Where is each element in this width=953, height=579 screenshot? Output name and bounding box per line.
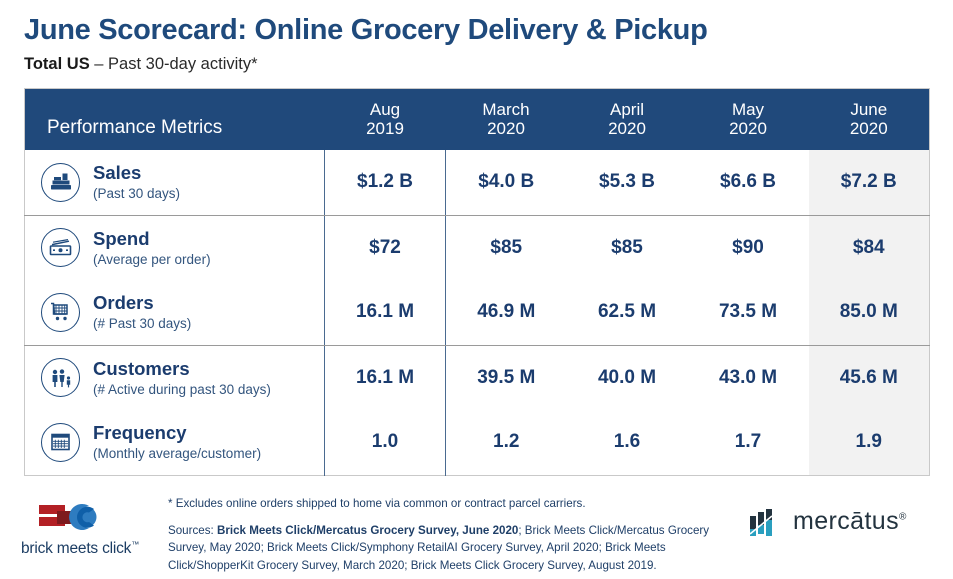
cell-spend-2: $85	[611, 236, 643, 258]
table-row: Sales (Past 30 days) $1.2 B $4.0 B $5.3 …	[24, 150, 930, 216]
calendar-icon	[41, 422, 80, 462]
table-row: Orders (# Past 30 days) 16.1 M 46.9 M 62…	[24, 280, 930, 346]
cell-customers-4: 45.6 M	[808, 345, 930, 411]
mercatus-logo: mercātus®	[748, 488, 953, 538]
metrics-column-header: Performance Metrics	[24, 88, 325, 151]
column-header-2: April 2020	[566, 88, 688, 151]
family-people-icon	[41, 358, 80, 398]
metric-cell-frequency: Frequency (Monthly average/customer)	[24, 410, 325, 476]
scorecard-table-wrapper: Performance Metrics Aug 2019 March 2020 …	[24, 87, 930, 476]
metric-sublabel: (Monthly average/customer)	[93, 446, 262, 462]
exclusion-note: * Excludes online orders shipped to home…	[168, 497, 586, 510]
cell-frequency-1: 1.2	[493, 431, 520, 453]
table-row: Spend (Average per order) $72 $85 $85 $9…	[24, 215, 930, 281]
money-bill-icon	[41, 228, 80, 268]
mercatus-registered-mark: ®	[899, 511, 907, 523]
scorecard-page: June Scorecard: Online Grocery Delivery …	[0, 0, 953, 579]
table-row: Frequency (Monthly average/customer) 1.0…	[24, 410, 930, 476]
metric-cell-spend: Spend (Average per order)	[24, 215, 325, 281]
column-header-3: May 2020	[687, 88, 809, 151]
cell-frequency-2: 1.6	[613, 431, 641, 453]
column-year-2: 2020	[608, 119, 646, 139]
metric-name: Sales	[93, 162, 142, 184]
brick-meets-click-logo: brick meets click™	[0, 488, 160, 558]
page-subtitle: Total US – Past 30-day activity*	[24, 54, 953, 75]
cell-orders-2: 62.5 M	[566, 280, 688, 346]
scorecard-table: Performance Metrics Aug 2019 March 2020 …	[24, 87, 930, 476]
mercatus-bar-chart-mark	[749, 509, 773, 536]
metric-name: Spend	[93, 227, 150, 249]
metric-sublabel: (# Past 30 days)	[93, 316, 192, 332]
brick-meets-click-mark	[39, 504, 97, 530]
cell-sales-0: $1.2 B	[324, 150, 446, 216]
column-month-0: Aug	[369, 100, 401, 120]
mercatus-wordmark: mercātus®	[793, 507, 907, 536]
metric-cell-orders: Orders (# Past 30 days)	[24, 280, 325, 346]
title-block: June Scorecard: Online Grocery Delivery …	[0, 0, 953, 76]
column-month-3: May	[731, 100, 765, 120]
sources-primary: Brick Meets Click/Mercatus Grocery Surve…	[216, 523, 519, 537]
table-row: Customers (# Active during past 30 days)…	[24, 345, 930, 411]
cell-customers-3: 43.0 M	[718, 366, 778, 388]
cell-customers-2: 40.0 M	[597, 366, 657, 388]
cell-orders-1: 46.9 M	[445, 280, 567, 346]
metric-sublabel: (Average per order)	[93, 251, 211, 267]
cell-customers-1: 39.5 M	[477, 366, 536, 388]
brick-meets-click-tm: ™	[131, 540, 140, 549]
column-header-0: Aug 2019	[324, 88, 446, 151]
cell-frequency-0: 1.0	[324, 410, 446, 476]
page-title: June Scorecard: Online Grocery Delivery …	[24, 14, 708, 46]
table-body: Sales (Past 30 days) $1.2 B $4.0 B $5.3 …	[24, 150, 930, 476]
cell-customers-0: 16.1 M	[324, 345, 446, 411]
cell-spend-0: $72	[324, 215, 446, 281]
cell-spend-3: $90	[732, 236, 764, 258]
subtitle-rest: – Past 30-day activity*	[89, 55, 258, 74]
column-month-4: June	[850, 100, 888, 120]
sources-note: Sources: Brick Meets Click/Mercatus Groc…	[168, 522, 736, 575]
table-header: Performance Metrics Aug 2019 March 2020 …	[24, 88, 930, 151]
footer: brick meets click™ * Excludes online ord…	[0, 488, 953, 579]
column-month-1: March	[482, 100, 530, 120]
metric-name: Frequency	[93, 422, 187, 444]
sources-label: Sources:	[168, 523, 217, 537]
brick-meets-click-text: brick meets click	[20, 540, 132, 558]
subtitle-strong: Total US	[24, 55, 90, 74]
cell-spend-4: $84	[808, 215, 930, 281]
metric-cell-customers: Customers (# Active during past 30 days)	[24, 345, 325, 411]
metric-sublabel: (# Active during past 30 days)	[93, 381, 271, 397]
cell-sales-3: $6.6 B	[687, 150, 809, 216]
cell-frequency-4: 1.9	[808, 410, 930, 476]
column-year-1: 2020	[487, 119, 525, 139]
cell-orders-0: 16.1 M	[324, 280, 446, 346]
cash-register-icon	[41, 162, 80, 202]
column-year-4: 2020	[849, 119, 888, 139]
cell-sales-2: $5.3 B	[566, 150, 688, 216]
mercatus-text: mercātus	[793, 506, 900, 535]
metric-cell-sales: Sales (Past 30 days)	[24, 150, 325, 216]
metric-sublabel: (Past 30 days)	[93, 186, 181, 202]
column-header-4: June 2020	[808, 88, 930, 151]
cell-orders-4: 85.0 M	[808, 280, 930, 346]
cell-orders-3: 73.5 M	[687, 280, 809, 346]
column-year-0: 2019	[366, 119, 404, 139]
cell-sales-1: $4.0 B	[445, 150, 567, 216]
shopping-cart-icon	[41, 292, 80, 332]
metric-name: Orders	[93, 292, 154, 314]
footer-text-block: * Excludes online orders shipped to home…	[160, 488, 748, 575]
cell-sales-4: $7.2 B	[808, 150, 930, 216]
metric-name: Customers	[93, 357, 190, 379]
column-year-3: 2020	[729, 119, 767, 139]
header-row: Performance Metrics Aug 2019 March 2020 …	[24, 88, 930, 151]
brick-meets-click-wordmark: brick meets click™	[21, 540, 139, 558]
cell-frequency-3: 1.7	[734, 431, 762, 453]
cell-spend-1: $85	[490, 236, 523, 258]
column-month-2: April	[609, 100, 644, 120]
column-header-1: March 2020	[445, 88, 567, 151]
